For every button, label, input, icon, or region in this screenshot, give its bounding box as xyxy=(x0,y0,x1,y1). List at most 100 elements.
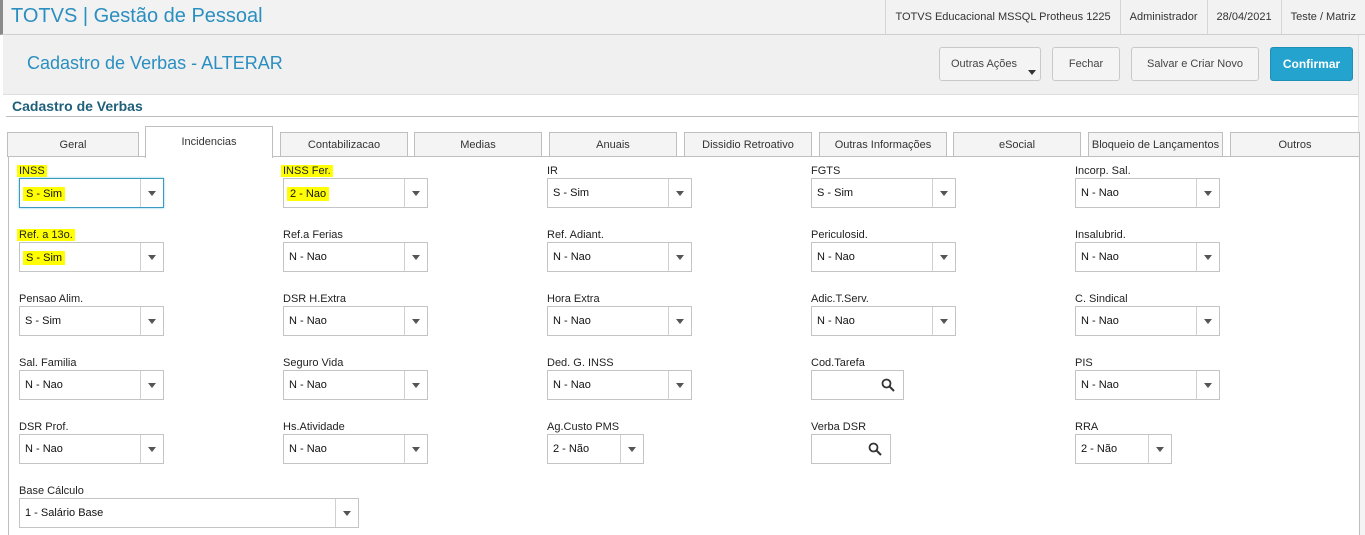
select-value: N - Nao xyxy=(289,379,327,391)
tab-dissidio-retroativo[interactable]: Dissidio Retroativo xyxy=(684,132,812,157)
field-label-dsr-prof: DSR Prof. xyxy=(19,421,69,433)
select-base-calculo[interactable]: 1 - Salário Base xyxy=(19,498,359,528)
select-sal-familia[interactable]: N - Nao xyxy=(19,370,164,400)
tab-content-panel xyxy=(8,156,1360,535)
select-ref-ferias[interactable]: N - Nao xyxy=(283,242,428,272)
select-value: S - Sim xyxy=(23,251,66,265)
tab-anuais[interactable]: Anuais xyxy=(549,132,677,157)
select-value: N - Nao xyxy=(1081,251,1119,263)
field-label-ded-g-inss: Ded. G. INSS xyxy=(547,357,614,369)
select-insalubrid[interactable]: N - Nao xyxy=(1075,242,1220,272)
field-label-adic-t-serv: Adic.T.Serv. xyxy=(811,293,869,305)
dropdown-arrow-icon xyxy=(1156,447,1164,452)
select-value: N - Nao xyxy=(25,379,63,391)
select-value: N - Nao xyxy=(25,443,63,455)
select-c-sindical[interactable]: N - Nao xyxy=(1075,306,1220,336)
chevron-down-icon xyxy=(1028,70,1036,75)
select-inss[interactable]: S - Sim xyxy=(19,178,164,208)
select-ref-adiant[interactable]: N - Nao xyxy=(547,242,692,272)
dropdown-arrow-icon xyxy=(148,319,156,324)
more-actions-label: Outras Ações xyxy=(951,58,1018,70)
select-incorp-sal[interactable]: N - Nao xyxy=(1075,178,1220,208)
tab-incidencias[interactable]: Incidencias xyxy=(145,126,273,158)
select-value: N - Nao xyxy=(1081,379,1119,391)
dropdown-arrow-icon xyxy=(676,191,684,196)
select-adic-t-serv[interactable]: N - Nao xyxy=(811,306,956,336)
select-seguro-vida[interactable]: N - Nao xyxy=(283,370,428,400)
dropdown-arrow-icon xyxy=(1204,191,1212,196)
select-value: 2 - Não xyxy=(553,443,590,455)
field-label-base-calculo: Base Cálculo xyxy=(19,485,84,497)
tab-outros[interactable]: Outros xyxy=(1230,132,1360,157)
search-icon[interactable] xyxy=(881,378,895,392)
section-title: Cadastro de Verbas xyxy=(12,98,143,114)
confirm-button[interactable]: Confirmar xyxy=(1270,47,1353,81)
app-title: TOTVS | Gestão de Pessoal xyxy=(11,5,263,27)
select-value: N - Nao xyxy=(553,379,591,391)
field-label-inss-fer: INSS Fer. xyxy=(281,165,333,177)
select-value: N - Nao xyxy=(553,315,591,327)
select-value: N - Nao xyxy=(289,443,327,455)
field-label-cod-tarefa: Cod.Tarefa xyxy=(811,357,865,369)
select-value: 2 - Nao xyxy=(287,187,330,201)
more-actions-button[interactable]: Outras Ações xyxy=(939,47,1041,81)
select-ir[interactable]: S - Sim xyxy=(547,178,692,208)
field-label-ref-adiant: Ref. Adiant. xyxy=(547,229,604,241)
select-value: S - Sim xyxy=(553,187,590,199)
select-value: N - Nao xyxy=(289,315,327,327)
dropdown-arrow-icon xyxy=(148,255,156,260)
select-value: N - Nao xyxy=(1081,315,1119,327)
dropdown-arrow-icon xyxy=(940,255,948,260)
field-label-c-sindical: C. Sindical xyxy=(1075,293,1128,305)
field-label-periculosid: Periculosid. xyxy=(811,229,868,241)
field-label-hora-extra: Hora Extra xyxy=(547,293,600,305)
select-dsr-h-extra[interactable]: N - Nao xyxy=(283,306,428,336)
tab-bloqueio-lancamentos[interactable]: Bloqueio de Lançamentos xyxy=(1088,132,1223,157)
tab-medias[interactable]: Medias xyxy=(414,132,542,157)
search-icon[interactable] xyxy=(868,442,882,456)
field-label-sal-familia: Sal. Familia xyxy=(19,357,77,369)
dropdown-arrow-icon xyxy=(412,447,420,452)
divider xyxy=(6,116,1358,117)
dropdown-arrow-icon xyxy=(1204,319,1212,324)
user-label: Administrador xyxy=(1119,0,1207,34)
select-pensao-alim[interactable]: S - Sim xyxy=(19,306,164,336)
dropdown-arrow-icon xyxy=(412,383,420,388)
dropdown-arrow-icon xyxy=(676,383,684,388)
select-value: S - Sim xyxy=(817,187,854,199)
tab-contabilizacao[interactable]: Contabilizacao xyxy=(280,132,408,157)
tab-esocial[interactable]: eSocial xyxy=(953,132,1081,157)
cod-tarefa-input[interactable] xyxy=(811,370,904,400)
select-inss-fer[interactable]: 2 - Nao xyxy=(283,178,428,208)
dropdown-arrow-icon xyxy=(412,319,420,324)
field-label-ir: IR xyxy=(547,165,558,177)
page-header: Cadastro de Verbas - ALTERAR Outras Açõe… xyxy=(3,35,1365,95)
select-rra[interactable]: 2 - Não xyxy=(1075,434,1172,464)
select-value: 1 - Salário Base xyxy=(25,507,104,519)
select-dsr-prof[interactable]: N - Nao xyxy=(19,434,164,464)
dropdown-arrow-icon xyxy=(940,191,948,196)
select-ded-g-inss[interactable]: N - Nao xyxy=(547,370,692,400)
field-label-rra: RRA xyxy=(1075,421,1099,433)
verba-dsr-input[interactable] xyxy=(811,434,891,464)
select-hora-extra[interactable]: N - Nao xyxy=(547,306,692,336)
dropdown-arrow-icon xyxy=(1204,383,1212,388)
tab-geral[interactable]: Geral xyxy=(7,132,139,157)
select-periculosid[interactable]: N - Nao xyxy=(811,242,956,272)
close-button[interactable]: Fechar xyxy=(1052,47,1120,81)
environment-label: TOTVS Educacional MSSQL Protheus 1225 xyxy=(885,0,1119,34)
field-label-ref-ferias: Ref.a Ferias xyxy=(283,229,343,241)
field-label-hs-atividade: Hs.Atividade xyxy=(283,421,345,433)
select-hs-atividade[interactable]: N - Nao xyxy=(283,434,428,464)
select-ag-custo-pms[interactable]: 2 - Não xyxy=(547,434,644,464)
field-label-insalubrid: Insalubrid. xyxy=(1075,229,1126,241)
tab-outras-informacoes[interactable]: Outras Informações xyxy=(819,132,947,157)
select-pis[interactable]: N - Nao xyxy=(1075,370,1220,400)
select-ref-13o[interactable]: S - Sim xyxy=(19,242,164,272)
dropdown-arrow-icon xyxy=(1204,255,1212,260)
field-label-ag-custo-pms: Ag.Custo PMS xyxy=(547,421,620,433)
save-and-new-button[interactable]: Salvar e Criar Novo xyxy=(1131,47,1259,81)
dropdown-arrow-icon xyxy=(148,383,156,388)
select-fgts[interactable]: S - Sim xyxy=(811,178,956,208)
dropdown-arrow-icon xyxy=(412,255,420,260)
